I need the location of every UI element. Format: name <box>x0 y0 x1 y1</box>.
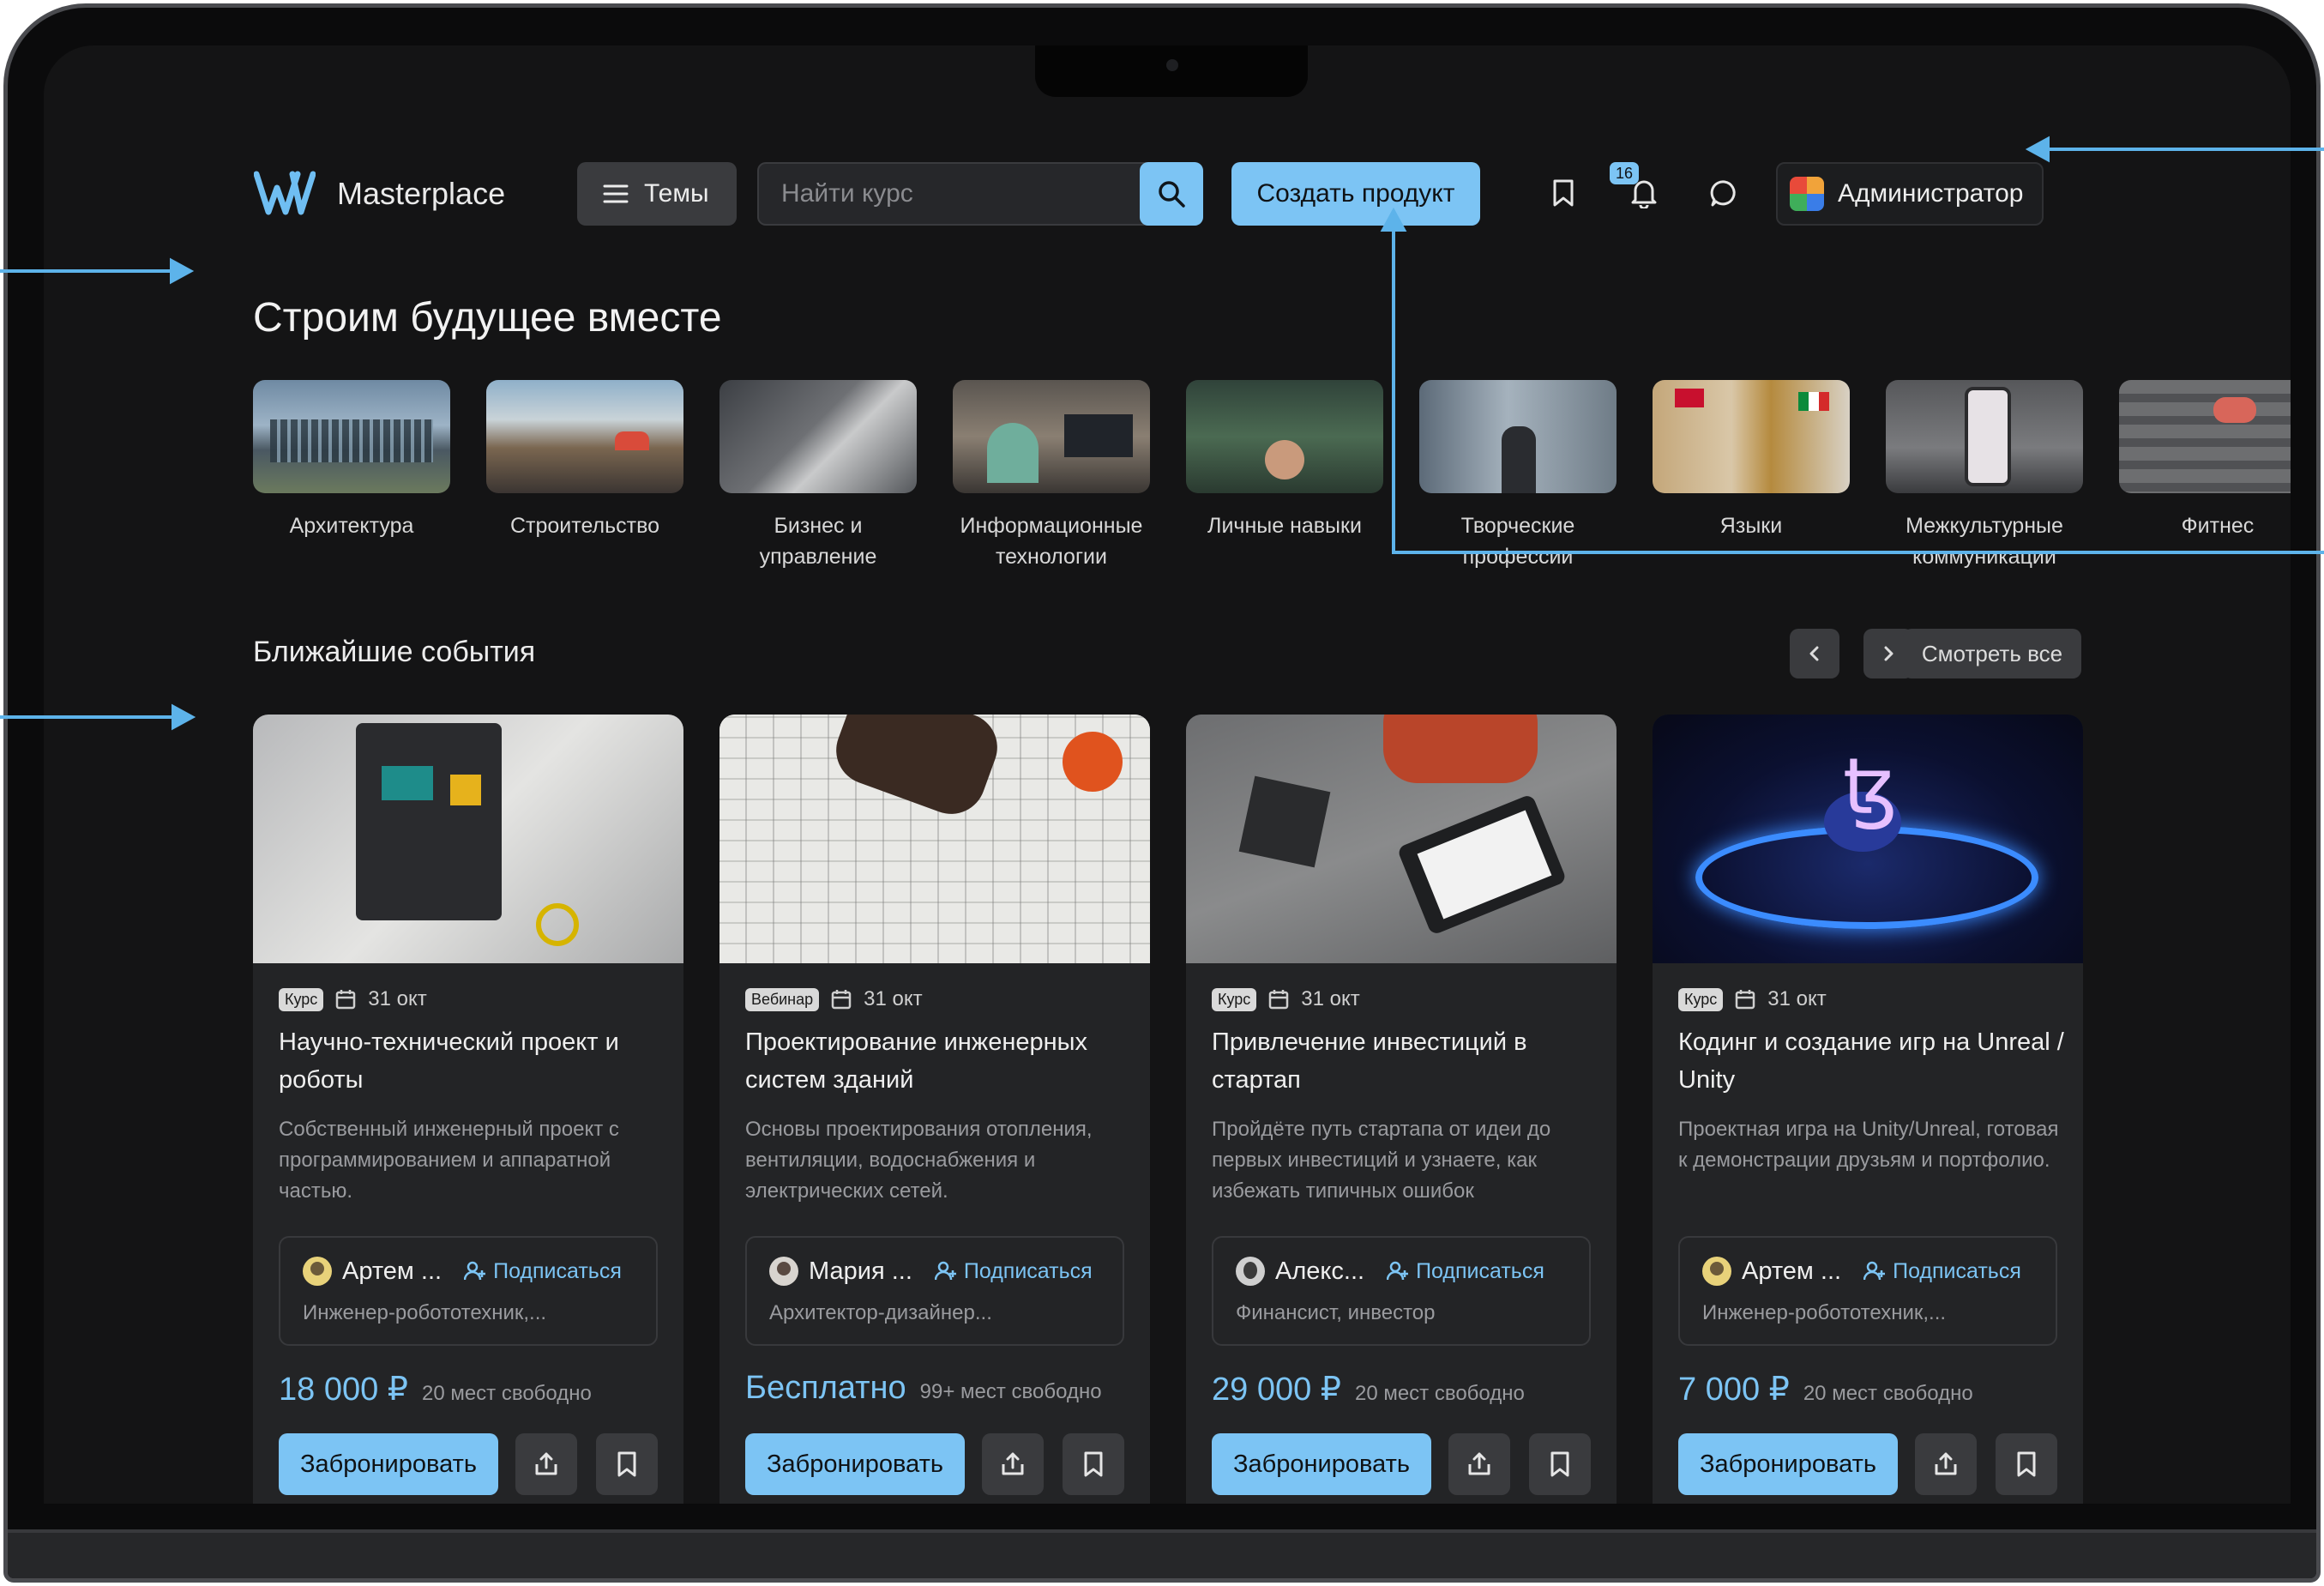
annotation-arrows <box>0 136 2324 731</box>
